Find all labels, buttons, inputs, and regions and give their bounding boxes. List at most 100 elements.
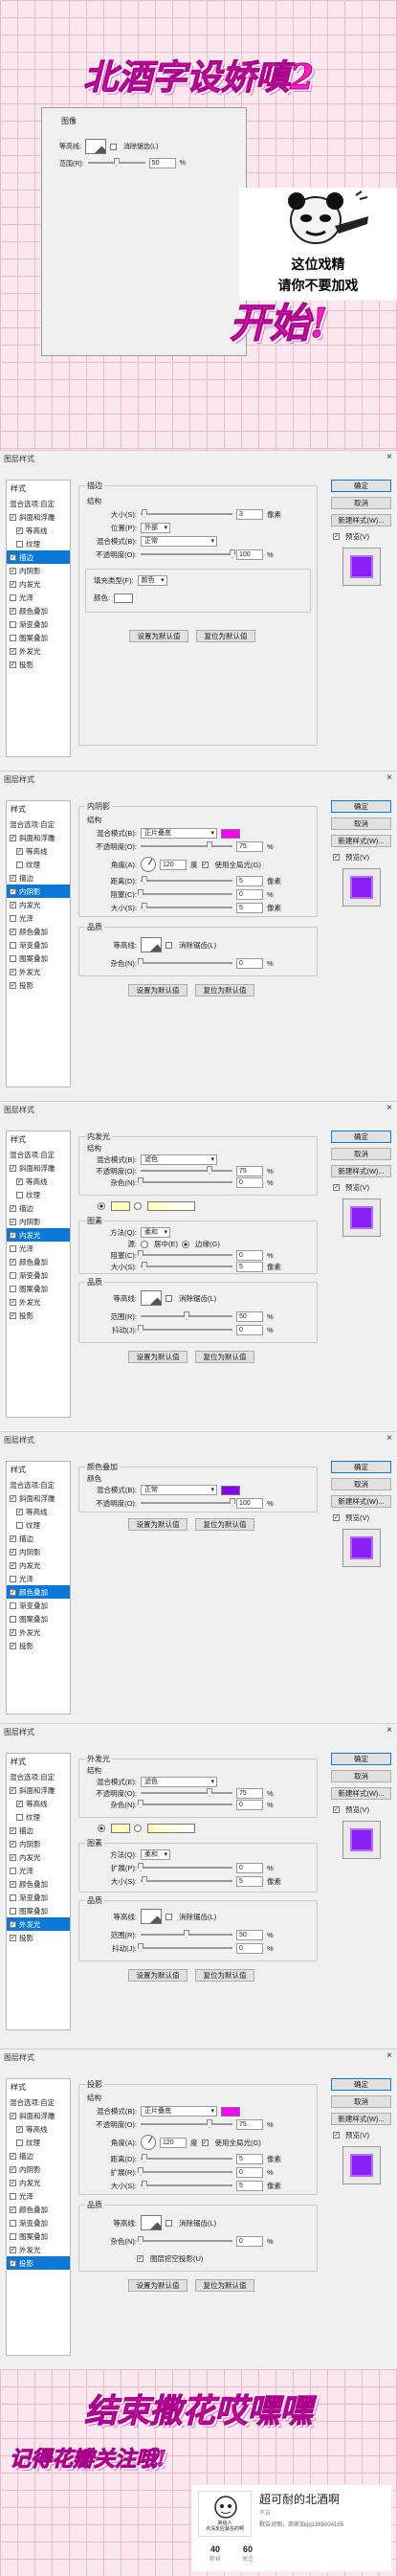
cancel-button[interactable]: 取消 (331, 2095, 391, 2108)
preview-checkbox[interactable]: ✓ (333, 1806, 340, 1813)
make-default-button[interactable]: 设置为默认值 (128, 984, 187, 997)
jitter-slider[interactable] (138, 1325, 232, 1335)
range-slider[interactable] (141, 1311, 232, 1322)
close-icon[interactable]: × (386, 452, 392, 462)
gradient-radio[interactable] (134, 1202, 142, 1210)
style-item-outer-glow[interactable]: ✓ 外发光 (7, 1295, 70, 1309)
style-item-pattern-overlay[interactable]: 图案叠加 (7, 631, 70, 644)
style-item-color-overlay[interactable]: ✓ 颜色叠加 (7, 2203, 70, 2216)
styles-header[interactable]: 样式 (7, 1462, 70, 1478)
new-style-button[interactable]: 新建样式(W)... (331, 1787, 391, 1800)
style-item-inner-glow[interactable]: ✓ 内发光 (7, 1228, 70, 1242)
style-item-texture[interactable]: 纹理 (7, 858, 70, 871)
spread-input[interactable]: 0 (236, 2167, 263, 2178)
opacity-slider[interactable] (141, 1788, 232, 1799)
new-style-button[interactable]: 新建样式(W)... (331, 1165, 391, 1177)
close-icon[interactable]: × (386, 773, 392, 783)
style-item-inner-glow[interactable]: ✓ 内发光 (7, 1558, 70, 1572)
style-item-pattern-overlay[interactable]: 图案叠加 (7, 1904, 70, 1917)
style-item-texture[interactable]: 纹理 (7, 537, 70, 550)
overlay-color-swatch[interactable] (221, 1485, 240, 1495)
close-icon[interactable]: × (386, 1433, 392, 1444)
blend-mode-select[interactable]: 滤色 (141, 1777, 217, 1787)
style-item-stroke[interactable]: ✓ 描边 (7, 2149, 70, 2162)
style-item-outer-glow[interactable]: ✓ 外发光 (7, 2243, 70, 2256)
style-item-satin[interactable]: 光泽 (7, 1242, 70, 1255)
stroke-color-swatch[interactable] (114, 593, 134, 603)
opacity-slider[interactable] (141, 841, 232, 852)
reset-default-button[interactable]: 复位为默认值 (196, 630, 255, 642)
noise-slider[interactable] (138, 1177, 232, 1188)
style-item-stroke[interactable]: ✓ 描边 (7, 550, 70, 564)
stat-followers[interactable]: 40 粉丝 (204, 2544, 227, 2563)
opacity-input[interactable]: 75 (236, 2119, 263, 2130)
size-slider[interactable] (141, 2181, 232, 2191)
styles-header[interactable]: 样式 (7, 2079, 70, 2095)
close-icon[interactable]: × (386, 1103, 392, 1113)
styles-header[interactable]: 样式 (7, 481, 70, 497)
choke-slider[interactable] (138, 889, 232, 900)
style-item-contour[interactable]: ✓ 等高线 (7, 2122, 70, 2136)
style-item-drop-shadow[interactable]: ✓ 投影 (7, 978, 70, 992)
style-item-outer-glow[interactable]: ✓ 外发光 (7, 644, 70, 658)
style-item-gradient-overlay[interactable]: 渐变叠加 (7, 1891, 70, 1904)
style-item-outer-glow[interactable]: ✓ 外发光 (7, 1625, 70, 1639)
size-input[interactable]: 5 (236, 2181, 263, 2191)
jitter-slider[interactable] (138, 1943, 232, 1954)
style-item-color-overlay[interactable]: ✓ 颜色叠加 (7, 1877, 70, 1891)
style-item-inner-shadow[interactable]: ✓ 内阴影 (7, 564, 70, 577)
size-slider[interactable] (141, 509, 232, 520)
style-item-drop-shadow[interactable]: ✓ 投影 (7, 658, 70, 671)
reset-default-button[interactable]: 复位为默认值 (195, 1351, 254, 1363)
glow-gradient-swatch[interactable] (147, 1824, 195, 1833)
style-item-bevel[interactable]: ✓ 斜面和浮雕 (7, 2109, 70, 2122)
style-item-bevel[interactable]: ✓ 斜面和浮雕 (7, 1161, 70, 1175)
style-item-bevel[interactable]: ✓ 斜面和浮雕 (7, 831, 70, 844)
cancel-button[interactable]: 取消 (331, 1478, 391, 1490)
ok-button[interactable]: 确定 (331, 1753, 391, 1765)
style-item-gradient-overlay[interactable]: 渐变叠加 (7, 1599, 70, 1612)
opacity-slider[interactable] (141, 2119, 232, 2130)
new-style-button[interactable]: 新建样式(W)... (331, 514, 391, 526)
shadow-color-swatch[interactable] (221, 828, 240, 839)
contour-picker[interactable] (141, 1290, 162, 1306)
blend-mode-select[interactable]: 正片叠底 (141, 2106, 217, 2117)
range-slider[interactable] (141, 1930, 232, 1940)
ok-button[interactable]: 确定 (331, 480, 391, 492)
style-item-contour[interactable]: ✓ 等高线 (7, 1797, 70, 1810)
angle-input[interactable]: 120 (160, 2137, 187, 2148)
make-default-button[interactable]: 设置为默认值 (128, 1969, 187, 1982)
ok-button[interactable]: 确定 (331, 800, 391, 813)
styles-header[interactable]: 样式 (7, 1131, 70, 1148)
styles-header[interactable]: 样式 (7, 801, 70, 818)
style-item-pattern-overlay[interactable]: 图案叠加 (7, 1612, 70, 1625)
reset-default-button[interactable]: 复位为默认值 (195, 984, 254, 997)
preview-checkbox[interactable]: ✓ (333, 854, 340, 861)
distance-input[interactable]: 5 (236, 2154, 263, 2164)
method-select[interactable]: 柔和 (141, 1227, 170, 1238)
style-item-drop-shadow[interactable]: ✓ 投影 (7, 1931, 70, 1944)
new-style-button[interactable]: 新建样式(W)... (331, 835, 391, 847)
noise-input[interactable]: 0 (236, 958, 263, 969)
style-item-color-overlay[interactable]: ✓ 颜色叠加 (7, 1255, 70, 1268)
style-item-satin[interactable]: 光泽 (7, 591, 70, 604)
choke-input[interactable]: 0 (236, 889, 263, 900)
opacity-slider[interactable] (141, 1166, 232, 1176)
knockout-checkbox[interactable]: ✓ (137, 2255, 143, 2262)
size-input[interactable]: 5 (236, 1262, 263, 1272)
style-item-bevel[interactable]: ✓ 斜面和浮雕 (7, 1783, 70, 1797)
spread-slider[interactable] (138, 1863, 232, 1873)
mini-range-slider[interactable] (87, 158, 145, 168)
blend-options-item[interactable]: 混合选项:自定 (7, 818, 70, 831)
style-item-drop-shadow[interactable]: ✓ 投影 (7, 1309, 70, 1322)
style-item-texture[interactable]: 纹理 (7, 2136, 70, 2149)
style-item-pattern-overlay[interactable]: 图案叠加 (7, 2229, 70, 2243)
style-item-bevel[interactable]: ✓ 斜面和浮雕 (7, 510, 70, 524)
style-item-pattern-overlay[interactable]: 图案叠加 (7, 952, 70, 965)
style-item-gradient-overlay[interactable]: 渐变叠加 (7, 938, 70, 952)
style-item-pattern-overlay[interactable]: 图案叠加 (7, 1282, 70, 1295)
source-edge-radio[interactable] (182, 1240, 189, 1248)
stat-following[interactable]: 60 关注 (236, 2544, 259, 2563)
range-input[interactable]: 50 (236, 1311, 263, 1322)
blend-mode-select[interactable]: 滤色 (141, 1154, 217, 1165)
